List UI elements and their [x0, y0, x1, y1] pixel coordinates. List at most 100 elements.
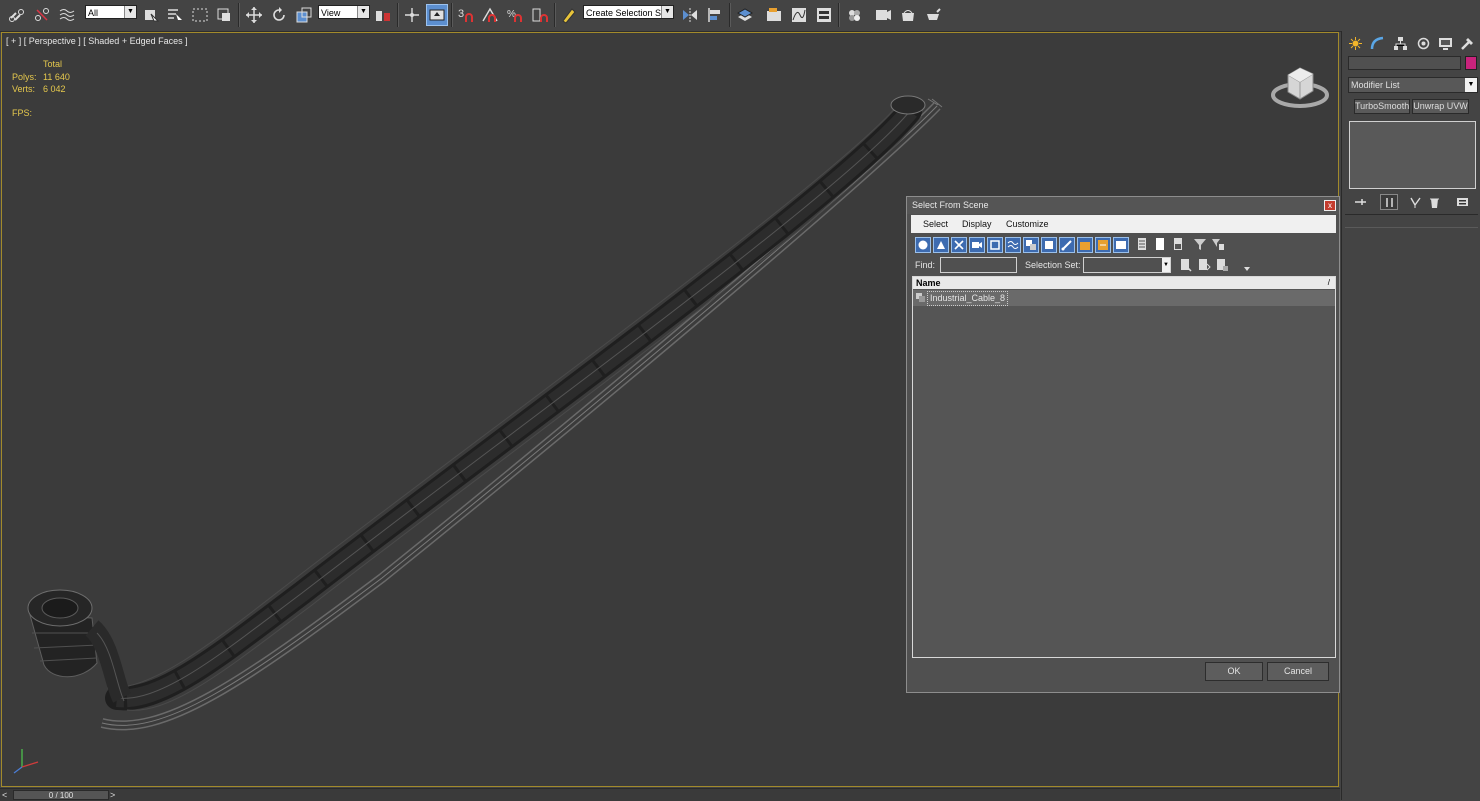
dialog-titlebar[interactable]: Select From Scene x — [907, 197, 1339, 214]
viewport-label[interactable]: [ + ] [ Perspective ] [ Shaded + Edged F… — [6, 36, 188, 46]
selection-filter-dropdown[interactable]: All ▼ — [85, 5, 137, 19]
hierarchy-display-icon[interactable] — [1211, 237, 1227, 253]
angle-snap-icon[interactable] — [479, 4, 501, 26]
filter-frozen-icon[interactable] — [1095, 237, 1111, 253]
scene-object-list[interactable]: Name / Industrial_Cable_8 — [912, 276, 1336, 658]
select-dependents-icon[interactable] — [1197, 258, 1211, 272]
select-invert-icon[interactable] — [1171, 237, 1187, 253]
find-input[interactable] — [940, 257, 1017, 273]
spinner-snap-icon[interactable] — [529, 4, 551, 26]
select-from-scene-dialog: Select From Scene x Select Display Custo… — [906, 196, 1340, 693]
show-end-result-icon[interactable] — [1380, 194, 1398, 210]
pin-stack-icon[interactable] — [1351, 194, 1369, 210]
name-column-header[interactable]: Name / — [913, 277, 1335, 289]
time-slider-thumb[interactable]: 0 / 100 — [13, 790, 109, 800]
reference-coordinate-dropdown[interactable]: View ▼ — [318, 5, 370, 19]
panel-divider — [1345, 214, 1478, 215]
select-none-icon[interactable] — [1153, 237, 1169, 253]
select-all-icon[interactable] — [1135, 237, 1151, 253]
filter-cameras-icon[interactable] — [969, 237, 985, 253]
filter-space-warps-icon[interactable] — [1005, 237, 1021, 253]
configure-modifier-sets-icon[interactable] — [1453, 194, 1471, 210]
turbosmooth-button[interactable]: TurboSmooth — [1354, 99, 1410, 114]
keyboard-shortcut-override-icon[interactable] — [426, 4, 448, 26]
modifier-stack[interactable] — [1349, 121, 1476, 189]
command-panel: Modifier List ▼ TurboSmooth Unwrap UVW — [1341, 31, 1480, 800]
filter-bones-icon[interactable] — [1059, 237, 1075, 253]
utilities-tab-icon[interactable] — [1457, 34, 1477, 52]
filter-geometry-icon[interactable] — [915, 237, 931, 253]
snaps-toggle-icon[interactable]: 3 — [455, 4, 477, 26]
render-production-icon[interactable] — [922, 4, 944, 26]
close-button[interactable]: x — [1324, 200, 1336, 211]
rectangular-selection-icon[interactable] — [189, 4, 211, 26]
align-icon[interactable] — [704, 4, 726, 26]
stats-total-header: Total — [43, 59, 63, 69]
toolbar-divider — [554, 3, 556, 27]
object-color-swatch[interactable] — [1465, 56, 1477, 70]
named-selection-set-dropdown[interactable]: Create Selection Se ▼ — [583, 5, 674, 19]
create-tab-icon[interactable] — [1345, 34, 1365, 52]
menu-customize[interactable]: Customize — [1006, 219, 1049, 229]
filter-lights-icon[interactable] — [951, 237, 967, 253]
time-slider: < 0 / 100 > — [0, 788, 1340, 801]
remove-modifier-icon[interactable] — [1425, 194, 1443, 210]
toolbar-divider — [238, 3, 240, 27]
render-setup-icon[interactable] — [872, 4, 894, 26]
select-children-icon[interactable] — [1215, 258, 1229, 272]
link-icon[interactable] — [6, 4, 28, 26]
filter-toolbar — [913, 237, 1224, 255]
material-editor-icon[interactable] — [843, 4, 865, 26]
menu-select[interactable]: Select — [923, 219, 948, 229]
sort-indicator: / — [1327, 278, 1330, 287]
ok-button[interactable]: OK — [1205, 662, 1263, 681]
object-name-field[interactable] — [1348, 56, 1461, 70]
display-tab-icon[interactable] — [1435, 34, 1455, 52]
scene-explorer-icon[interactable] — [763, 4, 785, 26]
select-manipulate-icon[interactable] — [401, 4, 423, 26]
sync-selection-icon[interactable] — [1179, 258, 1193, 272]
pivot-center-icon[interactable] — [372, 4, 394, 26]
layer-manager-icon[interactable] — [734, 4, 756, 26]
mirror-icon[interactable] — [679, 4, 701, 26]
selection-set-dropdown[interactable]: ▼ — [1083, 257, 1171, 273]
window-crossing-icon[interactable] — [213, 4, 235, 26]
previous-frame-button[interactable]: < — [2, 789, 12, 801]
unlink-icon[interactable] — [31, 4, 53, 26]
curve-editor-icon[interactable] — [788, 4, 810, 26]
hierarchy-tab-icon[interactable] — [1390, 34, 1410, 52]
filter-containers-icon[interactable] — [1077, 237, 1093, 253]
bind-to-space-warp-icon[interactable] — [56, 4, 78, 26]
rendered-frame-window-icon[interactable] — [897, 4, 919, 26]
modifier-list-dropdown[interactable]: Modifier List ▼ — [1348, 77, 1478, 93]
percent-snap-icon[interactable]: % — [504, 4, 526, 26]
filter-funnel-icon[interactable] — [1193, 237, 1209, 253]
viewcube-icon[interactable] — [1270, 55, 1330, 111]
scale-icon[interactable] — [293, 4, 315, 26]
filter-groups-icon[interactable] — [1023, 237, 1039, 253]
move-icon[interactable] — [243, 4, 265, 26]
menu-display[interactable]: Display — [962, 219, 992, 229]
edit-named-selection-icon[interactable] — [558, 4, 580, 26]
unwrap-uvw-button[interactable]: Unwrap UVW — [1412, 99, 1469, 114]
make-unique-icon[interactable] — [1406, 194, 1424, 210]
statistics-overlay: Total Polys: 11 640 Verts: 6 042 — [12, 58, 70, 96]
polys-label: Polys: — [12, 71, 37, 82]
modify-tab-icon[interactable] — [1367, 34, 1387, 52]
list-item[interactable]: Industrial_Cable_8 — [913, 290, 1335, 306]
select-by-name-icon[interactable] — [164, 4, 186, 26]
filter-xrefs-icon[interactable] — [1041, 237, 1057, 253]
filter-helpers-icon[interactable] — [987, 237, 1003, 253]
next-frame-button[interactable]: > — [110, 789, 120, 801]
motion-tab-icon[interactable] — [1413, 34, 1433, 52]
toolbar-divider — [397, 3, 399, 27]
schematic-view-icon[interactable] — [813, 4, 835, 26]
toolbar-options-icon[interactable] — [1240, 261, 1254, 275]
find-label: Find: — [915, 260, 936, 270]
select-object-icon[interactable] — [140, 4, 162, 26]
filter-shapes-icon[interactable] — [933, 237, 949, 253]
filter-hidden-icon[interactable] — [1113, 237, 1129, 253]
geometry-object-icon — [916, 293, 925, 302]
rotate-icon[interactable] — [268, 4, 290, 26]
cancel-button[interactable]: Cancel — [1267, 662, 1329, 681]
